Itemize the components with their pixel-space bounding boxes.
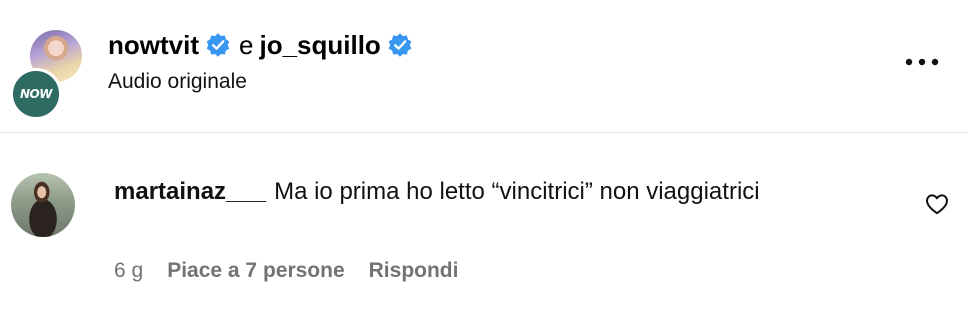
comment-time: 6 g: [114, 259, 144, 282]
now-logo: NOW: [20, 87, 52, 101]
author-username-2[interactable]: jo_squillo: [259, 30, 380, 61]
author-username-1[interactable]: nowtvit: [108, 30, 199, 61]
audio-label[interactable]: Audio originale: [108, 70, 247, 94]
comment-likes-link[interactable]: Piace a 7 persone: [167, 259, 344, 283]
heart-outline-icon: [926, 194, 948, 215]
comment-meta: 6 g Piace a 7 persone Rispondi: [114, 259, 458, 283]
like-comment-button[interactable]: [922, 189, 952, 219]
collab-avatars[interactable]: NOW: [8, 26, 84, 120]
reply-button[interactable]: Rispondi: [369, 259, 459, 283]
more-options-button[interactable]: [900, 48, 944, 76]
commenter-username[interactable]: martainaz___: [114, 178, 266, 205]
comment-body: martainaz___ Ma io prima ho letto “vincit…: [114, 173, 834, 210]
comment-item: martainaz___ Ma io prima ho letto “vincit…: [0, 133, 968, 328]
collab-title: nowtvit e jo_squillo: [108, 28, 413, 62]
avatar-nowtvit[interactable]: NOW: [10, 68, 62, 120]
conjunction-text: e: [239, 29, 254, 60]
verified-badge-icon: [388, 33, 412, 57]
commenter-avatar[interactable]: [11, 173, 75, 237]
more-horizontal-icon: [905, 58, 939, 66]
comment-text: Ma io prima ho letto “vincitrici” non vi…: [274, 178, 760, 205]
post-header: NOW nowtvit e jo_squillo Audio originale: [0, 0, 968, 132]
verified-badge-icon: [206, 33, 230, 57]
